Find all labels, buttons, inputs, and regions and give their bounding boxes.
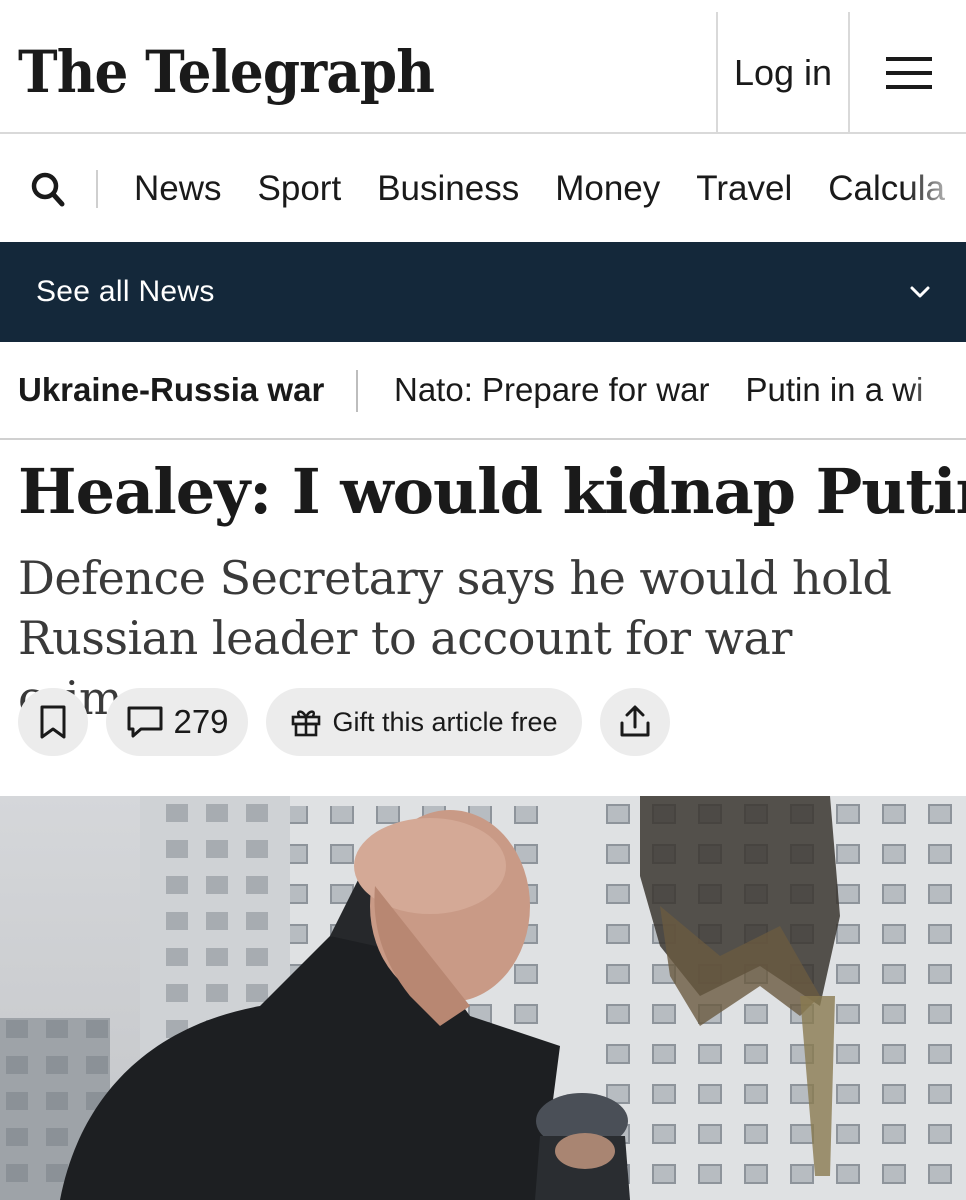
topic-link-nato[interactable]: Nato: Prepare for war [394,371,709,409]
nav-item-business[interactable]: Business [377,169,519,209]
lead-image-illustration [0,796,966,1200]
nav-item-sport[interactable]: Sport [258,169,342,209]
nav-item-money[interactable]: Money [555,169,660,209]
gift-article-button[interactable]: Gift this article free [266,688,582,756]
comment-icon [127,706,163,738]
see-all-news-label: See all News [36,275,215,308]
telegraph-logo[interactable]: The Telegraph [18,30,438,110]
gift-icon [292,710,321,737]
topic-divider [356,370,358,412]
search-icon[interactable] [28,169,68,209]
comment-count: 279 [173,703,229,740]
topic-link-putin[interactable]: Putin in a wi [745,371,923,409]
nav-item-travel[interactable]: Travel [696,169,792,209]
nav-items: News Sport Business Money Travel Calcula [134,136,945,242]
masthead: The Telegraph Log in [0,0,966,134]
bookmark-icon [40,705,66,739]
nav-divider [96,170,98,208]
share-icon [620,705,650,737]
nav-item-calculators[interactable]: Calcula [828,169,945,209]
article-actions: 279 Gift this article free [18,688,670,756]
article-headline: Healey: I would kidnap Putin [18,455,966,528]
menu-button[interactable] [852,12,966,134]
topic-bar: Ukraine-Russia war Nato: Prepare for war… [0,342,966,440]
hamburger-menu-icon [886,57,932,89]
nav-item-news[interactable]: News [134,169,222,209]
see-all-news-bar[interactable]: See all News [0,242,966,342]
login-button[interactable]: Log in [716,12,850,134]
gift-article-label: Gift this article free [332,706,558,737]
bookmark-button[interactable] [18,688,88,756]
topic-links: Nato: Prepare for war Putin in a wi [394,342,923,438]
share-button[interactable] [600,688,670,756]
article-lead-image [0,796,966,1200]
chevron-down-icon [910,286,930,298]
comments-button[interactable]: 279 [106,688,248,756]
topic-ukraine-russia-war[interactable]: Ukraine-Russia war [18,342,324,438]
section-nav: News Sport Business Money Travel Calcula [0,136,966,242]
standfirst-line-1: Defence Secretary says he would hold [18,551,892,605]
login-label: Log in [733,52,833,93]
logo-text: The Telegraph [18,38,434,106]
